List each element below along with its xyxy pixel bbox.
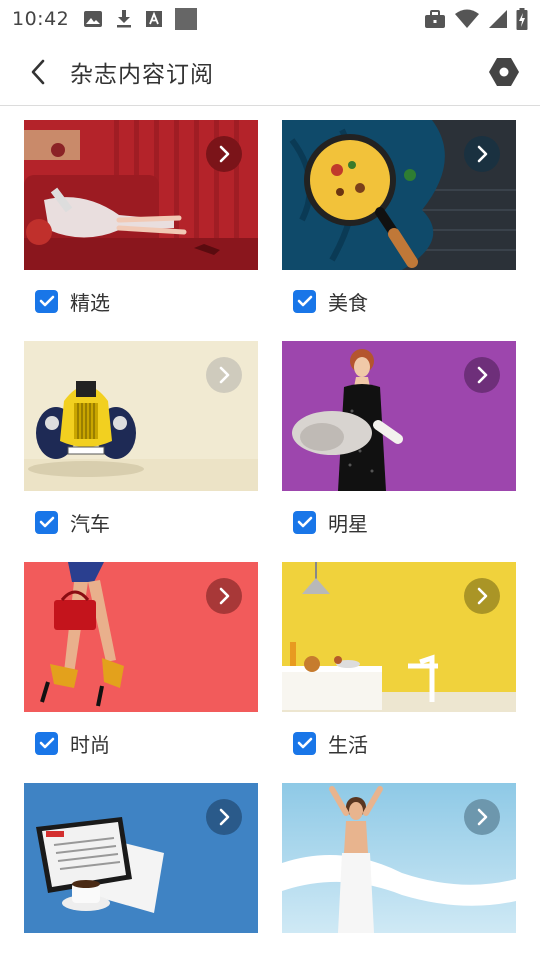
briefcase-icon bbox=[425, 10, 445, 28]
category-card-cars: 汽车 bbox=[24, 341, 258, 553]
status-bar: 10:42 bbox=[0, 0, 540, 38]
page-title: 杂志内容订阅 bbox=[70, 61, 214, 88]
category-label: 精选 bbox=[70, 290, 110, 315]
category-image[interactable] bbox=[282, 783, 516, 933]
category-checkbox[interactable] bbox=[293, 731, 316, 755]
category-card-celebrity: 明星 bbox=[282, 341, 516, 553]
category-label: 汽车 bbox=[70, 511, 110, 536]
chevron-right-icon bbox=[477, 587, 488, 605]
category-checkbox[interactable] bbox=[35, 289, 58, 313]
category-label-row: 明星 bbox=[282, 491, 516, 553]
open-category-button[interactable] bbox=[464, 136, 500, 172]
wifi-icon bbox=[455, 9, 479, 28]
category-checkbox[interactable] bbox=[35, 510, 58, 534]
back-button[interactable] bbox=[16, 50, 60, 94]
checkmark-icon bbox=[297, 737, 312, 749]
chevron-right-icon bbox=[219, 145, 230, 163]
hexagon-settings-icon bbox=[489, 57, 519, 86]
category-label: 时尚 bbox=[70, 732, 110, 757]
app-header: 杂志内容订阅 bbox=[0, 38, 540, 106]
font-icon bbox=[146, 11, 163, 27]
category-checkbox[interactable] bbox=[293, 510, 316, 534]
category-label-row: 生活 bbox=[282, 712, 516, 774]
chevron-right-icon bbox=[219, 366, 230, 384]
open-category-button[interactable] bbox=[206, 136, 242, 172]
open-category-button[interactable] bbox=[464, 799, 500, 835]
open-category-button[interactable] bbox=[464, 357, 500, 393]
download-icon bbox=[117, 10, 132, 28]
square-icon bbox=[175, 8, 198, 30]
status-left-icons bbox=[83, 8, 198, 30]
chevron-right-icon bbox=[219, 808, 230, 826]
category-card-fashion: 时尚 bbox=[24, 562, 258, 774]
category-label: 明星 bbox=[328, 511, 368, 536]
chevron-right-icon bbox=[219, 587, 230, 605]
open-category-button[interactable] bbox=[206, 578, 242, 614]
open-category-button[interactable] bbox=[206, 357, 242, 393]
chevron-right-icon bbox=[477, 808, 488, 826]
category-card-food: 美食 bbox=[282, 120, 516, 332]
category-label-row: 美食 bbox=[282, 270, 516, 332]
category-image[interactable] bbox=[282, 341, 516, 491]
battery-charging-icon bbox=[516, 8, 528, 30]
category-card-body bbox=[282, 783, 516, 933]
category-image[interactable] bbox=[24, 341, 258, 491]
checkmark-icon bbox=[297, 516, 312, 528]
category-card-featured: 精选 bbox=[24, 120, 258, 332]
category-image[interactable] bbox=[24, 783, 258, 933]
open-category-button[interactable] bbox=[206, 799, 242, 835]
category-label: 美食 bbox=[328, 290, 368, 315]
status-right-icons bbox=[424, 8, 528, 30]
category-checkbox[interactable] bbox=[293, 289, 316, 313]
chevron-right-icon bbox=[477, 145, 488, 163]
checkmark-icon bbox=[39, 516, 54, 528]
category-checkbox[interactable] bbox=[35, 731, 58, 755]
category-label: 生活 bbox=[328, 732, 368, 757]
checkmark-icon bbox=[39, 295, 54, 307]
category-image[interactable] bbox=[282, 120, 516, 270]
chevron-right-icon bbox=[477, 366, 488, 384]
category-image[interactable] bbox=[24, 562, 258, 712]
checkmark-icon bbox=[39, 737, 54, 749]
category-label-row: 时尚 bbox=[24, 712, 258, 774]
image-icon bbox=[84, 11, 103, 27]
status-time: 10:42 bbox=[12, 8, 70, 30]
category-card-lifestyle: 生活 bbox=[282, 562, 516, 774]
checkmark-icon bbox=[297, 295, 312, 307]
chevron-left-icon bbox=[31, 59, 45, 84]
open-category-button[interactable] bbox=[464, 578, 500, 614]
settings-button[interactable] bbox=[484, 52, 524, 92]
category-image[interactable] bbox=[282, 562, 516, 712]
signal-icon bbox=[489, 10, 507, 28]
category-label-row: 汽车 bbox=[24, 491, 258, 553]
category-label-row: 精选 bbox=[24, 270, 258, 332]
category-image[interactable] bbox=[24, 120, 258, 270]
category-card-news bbox=[24, 783, 258, 933]
